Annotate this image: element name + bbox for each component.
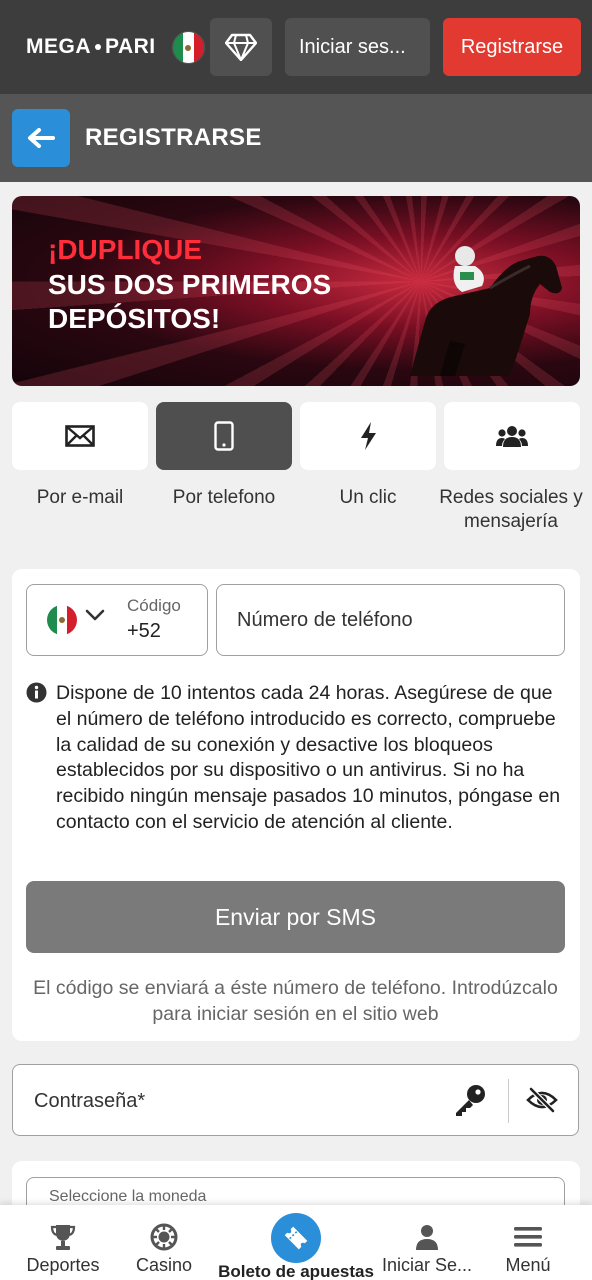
method-label-email: Por e-mail — [36, 487, 124, 508]
nav-menu-label: Menú — [505, 1255, 551, 1275]
nav-casino[interactable]: Casino — [124, 1205, 204, 1280]
chevron-down-icon — [85, 609, 105, 621]
phone-number-input[interactable]: Número de teléfono — [216, 584, 565, 656]
nav-sports-label: Deportes — [26, 1255, 100, 1275]
page-title: REGISTRARSE — [85, 124, 262, 151]
method-tab-one-click[interactable] — [300, 402, 436, 470]
page-title-bar: REGISTRARSE — [0, 94, 592, 182]
nav-login-label: Iniciar Se... — [381, 1255, 473, 1275]
arrow-left-icon — [28, 128, 55, 148]
logo-text-right: PARI — [105, 35, 156, 58]
racehorse-jockey-image — [410, 246, 562, 376]
promo-banner[interactable]: ¡DUPLIQUE SUS DOS PRIMEROS DEPÓSITOS! — [12, 196, 580, 386]
nav-betslip-label: Boleto de apuestas — [218, 1262, 374, 1280]
info-icon — [26, 682, 47, 703]
nav-menu[interactable]: Menú — [490, 1205, 566, 1280]
mexico-flag-icon[interactable] — [172, 31, 205, 64]
ticket-icon — [284, 1226, 308, 1250]
method-tab-phone[interactable] — [156, 402, 292, 470]
send-sms-button[interactable]: Enviar por SMS — [26, 881, 565, 953]
hamburger-menu-icon — [514, 1227, 542, 1247]
nav-sports[interactable]: Deportes — [14, 1205, 112, 1280]
logo-dot — [95, 44, 101, 50]
top-bar: MEGA PARI Iniciar ses... Registrarse — [0, 0, 592, 94]
nav-login[interactable]: Iniciar Se... — [376, 1205, 478, 1280]
nav-casino-label: Casino — [135, 1255, 193, 1275]
login-button[interactable]: Iniciar ses... — [285, 18, 430, 76]
diamond-icon — [225, 33, 257, 61]
sms-code-note: El código se enviará a éste número de te… — [33, 977, 558, 1025]
sms-info-text: Dispone de 10 intentos cada 24 horas. As… — [56, 682, 561, 833]
country-code-label: Código — [127, 596, 181, 615]
megapari-logo[interactable]: MEGA PARI — [26, 34, 156, 60]
banner-subheadline: SUS DOS PRIMEROS DEPÓSITOS! — [48, 269, 332, 334]
trophy-icon — [50, 1225, 76, 1250]
banner-headline: ¡DUPLIQUE — [48, 234, 202, 265]
method-tab-social[interactable] — [444, 402, 580, 470]
nav-betslip-button[interactable] — [271, 1213, 321, 1263]
country-code-selector[interactable]: Código +52 — [26, 584, 208, 656]
mexico-flag-icon — [47, 605, 77, 635]
envelope-icon — [65, 425, 95, 447]
currency-label: Seleccione la moneda — [49, 1188, 207, 1205]
method-tab-email[interactable] — [12, 402, 148, 470]
mobile-phone-icon — [214, 421, 234, 451]
lightning-icon — [361, 422, 376, 450]
vip-diamond-button[interactable] — [210, 18, 272, 76]
password-field[interactable]: Contraseña* — [12, 1064, 579, 1136]
key-icon[interactable] — [453, 1083, 487, 1117]
casino-chip-icon — [150, 1223, 178, 1251]
country-code-value: +52 — [127, 620, 161, 642]
password-divider — [508, 1079, 509, 1123]
logo-text-left: MEGA — [26, 35, 91, 58]
method-label-one-click: Un clic — [339, 487, 397, 508]
eye-slash-icon[interactable] — [526, 1086, 558, 1114]
register-button[interactable]: Registrarse — [443, 18, 581, 76]
back-button[interactable] — [12, 109, 70, 167]
password-label: Contraseña* — [34, 1090, 146, 1112]
method-label-social: Redes sociales y mensajería — [439, 487, 583, 532]
user-icon — [416, 1225, 438, 1250]
method-label-phone: Por telefono — [172, 487, 276, 508]
users-icon — [496, 426, 528, 447]
